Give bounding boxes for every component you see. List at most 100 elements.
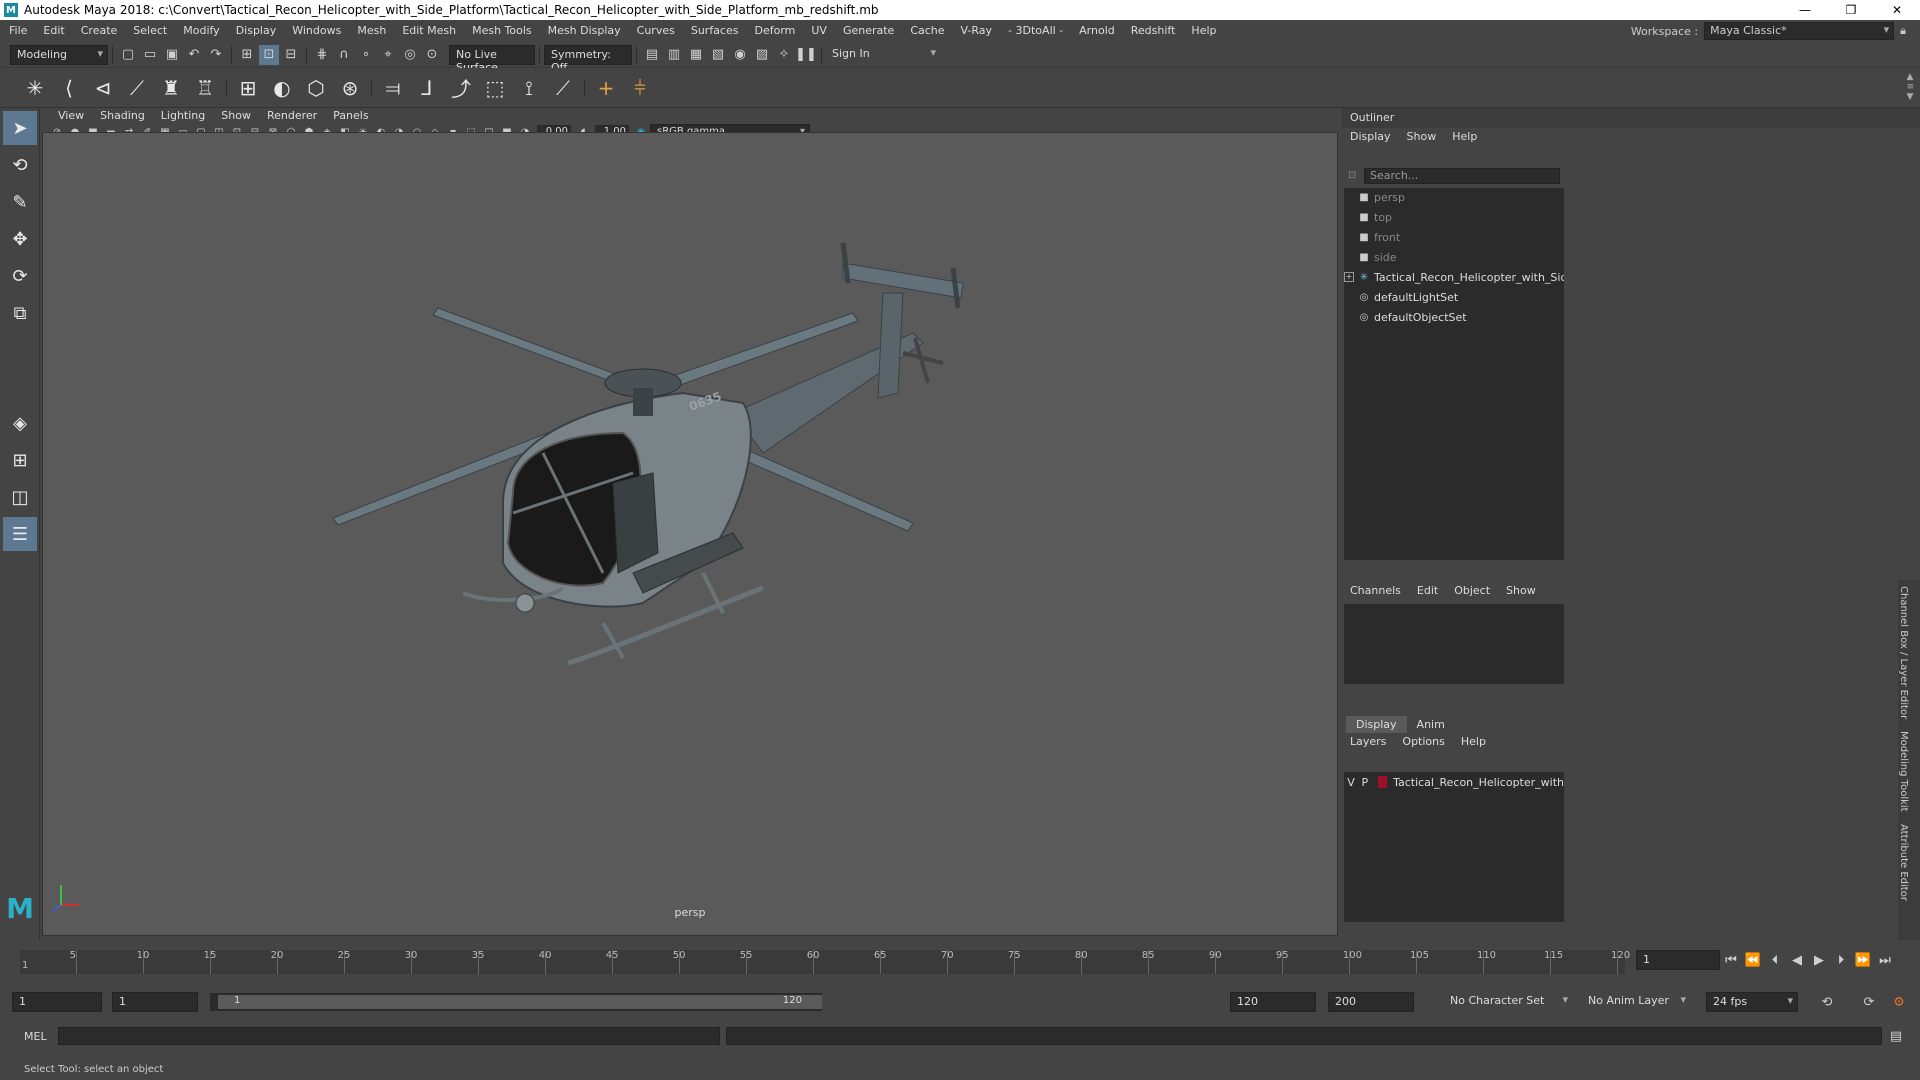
menu-mesh[interactable]: Mesh	[349, 20, 394, 42]
render-frame-icon[interactable]: ▥	[664, 45, 684, 65]
side-tab-modeling-toolkit[interactable]: Modeling Toolkit	[1898, 725, 1909, 818]
channel-menu-object[interactable]: Object	[1446, 582, 1498, 600]
outliner-search-input[interactable]: Search...	[1364, 168, 1560, 184]
animation-end-field[interactable]: 200	[1328, 992, 1414, 1012]
menu-mesh-display[interactable]: Mesh Display	[540, 20, 629, 42]
tab-display[interactable]: Display	[1346, 716, 1407, 733]
menu-deform[interactable]: Deform	[746, 20, 803, 42]
constraint-pole-icon[interactable]: ⟋	[546, 71, 580, 105]
close-icon[interactable]: ✕	[1874, 0, 1920, 20]
menu-surfaces[interactable]: Surfaces	[683, 20, 747, 42]
menu-cache[interactable]: Cache	[902, 20, 952, 42]
menu-create[interactable]: Create	[73, 20, 126, 42]
lock-icon[interactable]: 🔒︎	[1900, 24, 1906, 38]
ipr-render-icon[interactable]: ▦	[686, 45, 706, 65]
layer-list[interactable]: V P Tactical_Recon_Helicopter_with	[1344, 772, 1564, 922]
auto-key-icon[interactable]: ⟳	[1859, 992, 1879, 1012]
filter-icon[interactable]: ⊡	[1348, 170, 1356, 181]
move-tool-icon[interactable]: ✥	[3, 222, 37, 256]
menu-3dtoall[interactable]: - 3DtoAll -	[1000, 20, 1071, 42]
sign-in-button[interactable]: Sign In	[826, 44, 940, 65]
hypershade-icon[interactable]: ◉	[730, 45, 750, 65]
save-scene-icon[interactable]: ▣	[162, 45, 182, 65]
channel-menu-show[interactable]: Show	[1498, 582, 1544, 600]
channel-menu-edit[interactable]: Edit	[1409, 582, 1446, 600]
command-input[interactable]	[58, 1027, 720, 1045]
current-frame-field[interactable]: 1	[1636, 950, 1720, 970]
new-scene-icon[interactable]: ▢	[118, 45, 138, 65]
side-tab-attribute-editor[interactable]: Attribute Editor	[1898, 818, 1909, 907]
layer-menu-help[interactable]: Help	[1453, 733, 1494, 751]
outliner-list[interactable]: ■ persp ■ top ■ front ■ side + ✳ Tactical_Reco…	[1344, 188, 1564, 560]
single-pane-layout-icon[interactable]: ◈	[3, 406, 37, 440]
maximize-icon[interactable]: ❐	[1828, 0, 1874, 20]
render-settings-icon[interactable]: ▧	[708, 45, 728, 65]
menu-generate[interactable]: Generate	[835, 20, 902, 42]
play-forward-icon[interactable]: ▶	[1809, 950, 1829, 970]
outliner-item-top[interactable]: ■ top	[1344, 208, 1564, 228]
symmetry-field[interactable]: Symmetry: Off	[544, 44, 632, 74]
menu-edit[interactable]: Edit	[35, 20, 72, 42]
channel-box-area[interactable]	[1344, 604, 1564, 684]
command-language-label[interactable]: MEL	[24, 1030, 58, 1043]
viewport-menu-panels[interactable]: Panels	[325, 108, 376, 124]
cluster-icon[interactable]: ⊛	[333, 71, 367, 105]
fps-dropdown[interactable]: 24 fps	[1706, 992, 1798, 1012]
layer-visibility-toggle[interactable]: V	[1344, 776, 1358, 789]
menu-redshift[interactable]: Redshift	[1123, 20, 1184, 42]
outliner-item-persp[interactable]: ■ persp	[1344, 188, 1564, 208]
render-view-icon[interactable]: ▤	[642, 45, 662, 65]
time-ruler[interactable]: 1 5 10 15 20 25 30 35 40 45 50 55 60 65 70 75 80 85 90 95 1…	[20, 950, 1630, 974]
channel-menu-channels[interactable]: Channels	[1342, 582, 1409, 600]
viewport-menu-show[interactable]: Show	[213, 108, 259, 124]
light-editor-icon[interactable]: ✧	[774, 45, 794, 65]
go-to-end-icon[interactable]: ⏭	[1875, 950, 1895, 970]
viewport-menu-lighting[interactable]: Lighting	[153, 108, 213, 124]
menu-curves[interactable]: Curves	[629, 20, 683, 42]
viewport-menu-view[interactable]: View	[50, 108, 92, 124]
viewport-menu-renderer[interactable]: Renderer	[259, 108, 325, 124]
menu-help[interactable]: Help	[1183, 20, 1224, 42]
outliner-layout-icon[interactable]: ☰	[3, 517, 37, 551]
smooth-bind-icon[interactable]: ◐	[265, 71, 299, 105]
quick-rig-icon[interactable]: ♖	[188, 71, 222, 105]
playback-start-field[interactable]: 1	[112, 992, 198, 1012]
expand-icon[interactable]: +	[1344, 272, 1354, 282]
shelf-scroll-icon[interactable]: ▲ ≡ ▼	[1906, 72, 1914, 102]
viewport-menu-shading[interactable]: Shading	[92, 108, 153, 124]
menu-set-dropdown[interactable]: Modeling	[10, 44, 108, 65]
layer-menu-layers[interactable]: Layers	[1342, 733, 1394, 751]
snap-curve-icon[interactable]: ∩	[334, 45, 354, 65]
pause-icon[interactable]: ❚❚	[795, 45, 817, 65]
tab-anim[interactable]: Anim	[1407, 716, 1455, 733]
render-setup-icon[interactable]: ▨	[752, 45, 772, 65]
menu-modify[interactable]: Modify	[175, 20, 227, 42]
outliner-menu-help[interactable]: Help	[1444, 128, 1485, 146]
constraint-parent-icon[interactable]: ⫤	[376, 71, 410, 105]
live-surface-field[interactable]: No Live Surface	[449, 44, 535, 74]
undo-icon[interactable]: ↶	[184, 45, 204, 65]
constraint-scale-icon[interactable]: ⟟	[512, 71, 546, 105]
helicopter-model[interactable]: 0635	[43, 133, 1338, 936]
playback-end-field[interactable]: 120	[1230, 992, 1316, 1012]
3d-viewport[interactable]: 0635 persp	[42, 132, 1338, 936]
outliner-item-side[interactable]: ■ side	[1344, 248, 1564, 268]
outliner-menu-display[interactable]: Display	[1342, 128, 1399, 146]
scale-tool-icon[interactable]: ⧉	[3, 296, 37, 330]
locator-icon[interactable]: +	[589, 71, 623, 105]
menu-vray[interactable]: V-Ray	[953, 20, 1001, 42]
lattice-icon[interactable]: ⬡	[299, 71, 333, 105]
animation-start-field[interactable]: 1	[12, 992, 102, 1012]
menu-windows[interactable]: Windows	[284, 20, 349, 42]
select-tool-icon[interactable]: ➤	[3, 111, 37, 145]
snap-live-icon[interactable]: ⊙	[422, 45, 442, 65]
go-to-start-icon[interactable]: ⏮	[1721, 950, 1741, 970]
minimize-icon[interactable]: —	[1782, 0, 1828, 20]
outliner-item-helicopter[interactable]: +✳Tactical_Recon_Helicopter_with_Side_Pl…	[1344, 268, 1564, 288]
bone-icon[interactable]: ⟋	[120, 71, 154, 105]
loop-icon[interactable]: ⟲	[1817, 992, 1837, 1012]
parent-locator-icon[interactable]: ⫩	[623, 71, 657, 105]
side-tab-channel-box[interactable]: Channel Box / Layer Editor	[1898, 580, 1909, 725]
four-pane-layout-icon[interactable]: ⊞	[3, 443, 37, 477]
paint-select-icon[interactable]: ✎	[3, 185, 37, 219]
